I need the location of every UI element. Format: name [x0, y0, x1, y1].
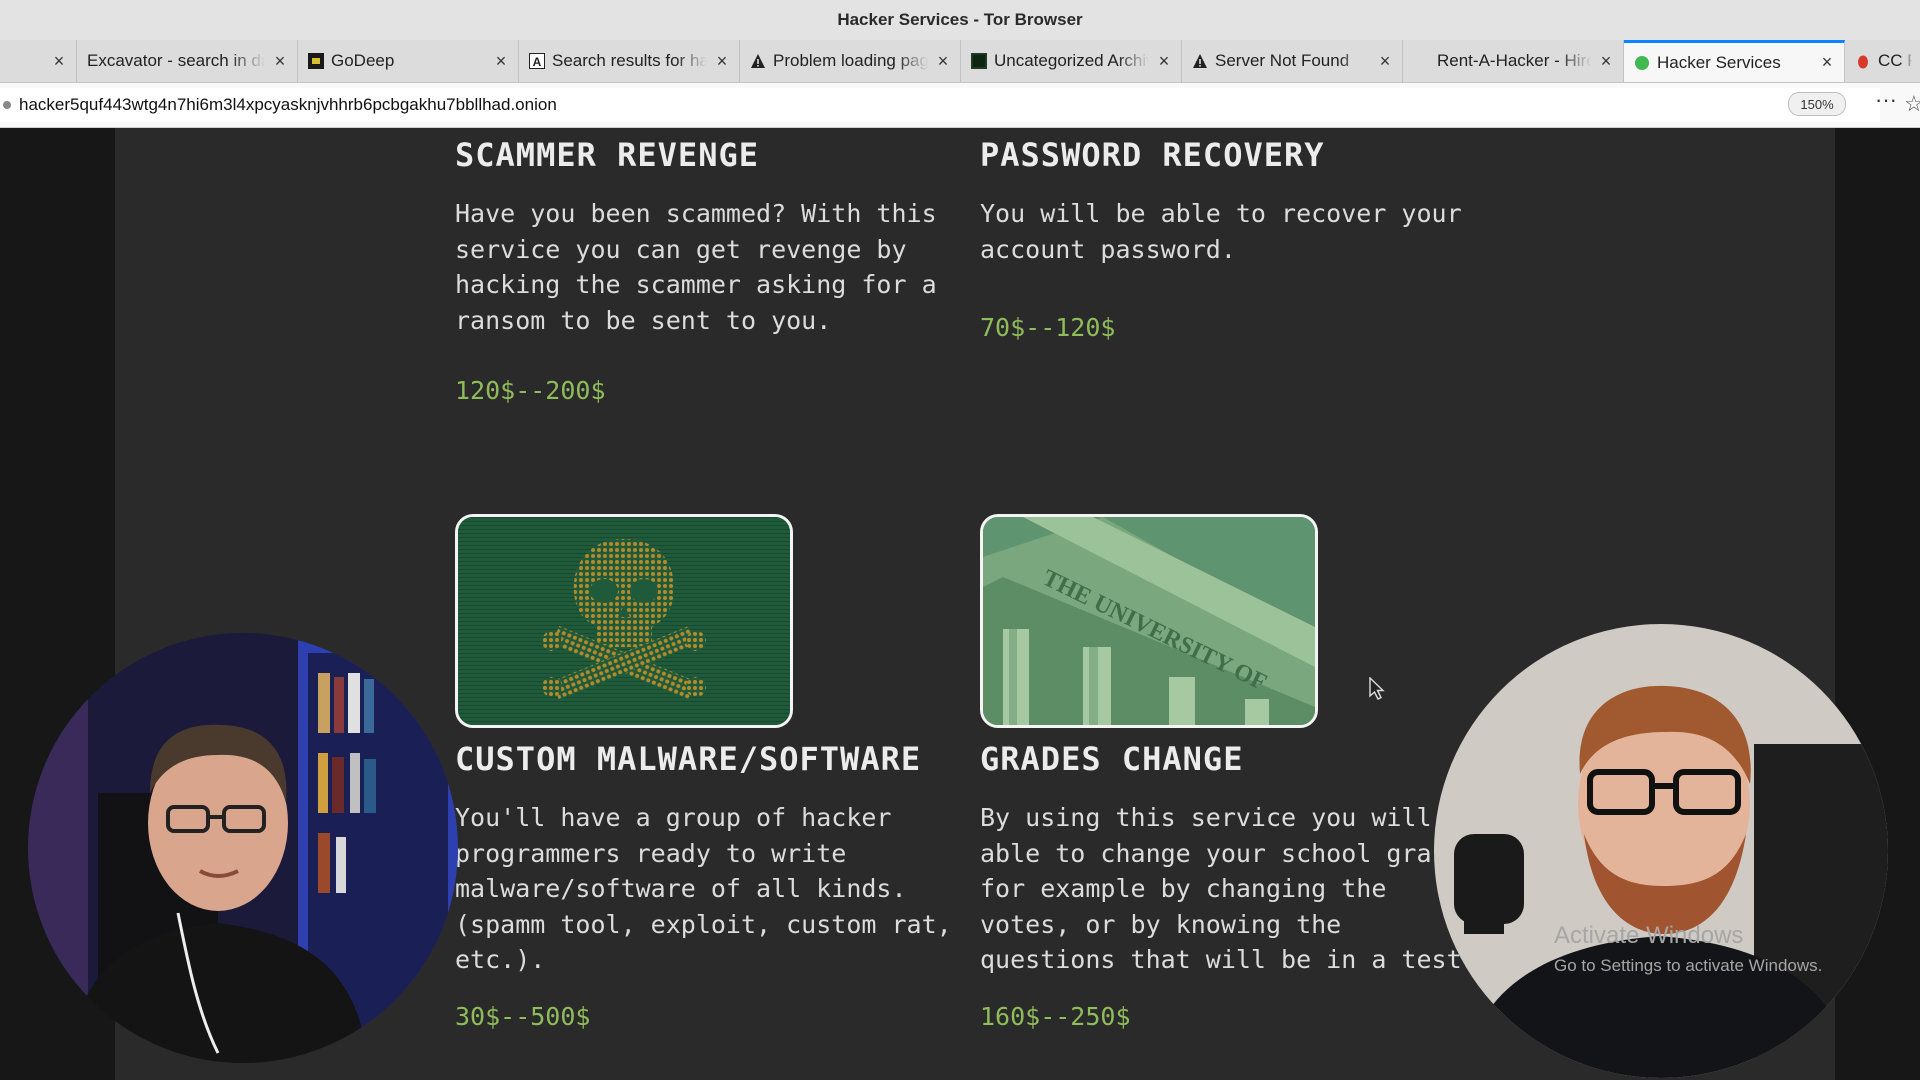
tab-label: Server Not Found — [1215, 51, 1350, 70]
tab-close-icon[interactable]: × — [934, 51, 952, 72]
letter-a-icon: A — [529, 53, 545, 69]
url-field[interactable]: hacker5quf443wtg4n7hi6m3l4xpcyasknjvhhrb… — [0, 88, 1880, 122]
more-actions-icon[interactable]: ··· — [1874, 89, 1898, 119]
svg-text:A: A — [533, 55, 542, 69]
tab-1[interactable]: × — [0, 40, 77, 82]
window-titlebar: Hacker Services - Tor Browser — [0, 0, 1920, 40]
tab-close-icon[interactable]: × — [271, 51, 289, 72]
skull-crossbones-image[interactable] — [455, 514, 793, 728]
zoom-indicator[interactable]: 150% — [1788, 92, 1846, 116]
tab-label: GoDeep — [331, 51, 395, 70]
tab-label: Problem loading page — [773, 51, 928, 70]
tab-close-icon[interactable]: × — [1818, 52, 1836, 73]
dark-square-icon — [971, 53, 987, 69]
activate-windows-watermark: Activate Windows Go to Settings to activ… — [1554, 922, 1822, 976]
godeep-icon — [308, 53, 324, 69]
service-price: 30$--500$ — [455, 1002, 591, 1031]
service-price: 120$--200$ — [455, 376, 606, 405]
bookmark-star-icon[interactable]: ☆ — [1904, 91, 1920, 117]
tab-label: Hacker Services — [1657, 52, 1781, 72]
tab-close-icon[interactable]: × — [50, 51, 68, 72]
red-icon — [1855, 53, 1871, 69]
service-title: SCAMMER REVENGE — [455, 136, 759, 174]
service-description: You will be able to recover your account… — [980, 199, 1462, 264]
tab-close-icon[interactable]: × — [713, 51, 731, 72]
tab-label: Rent-A-Hacker - Hire — [1437, 51, 1591, 70]
service-description: By using this service you will able to c… — [980, 803, 1462, 974]
tab-close-icon[interactable]: × — [1155, 51, 1173, 72]
service-description: Have you been scammed? With this service… — [455, 199, 937, 335]
window-title: Hacker Services - Tor Browser — [837, 10, 1083, 29]
service-price: 160$--250$ — [980, 1002, 1131, 1031]
service-custom-malware: CUSTOM MALWARE/SOFTWARE You'll have a gr… — [455, 740, 985, 1070]
tab-strip: × Excavator - search in dark web × GoDee… — [0, 40, 1920, 83]
service-title: PASSWORD RECOVERY — [980, 136, 1325, 174]
service-grades-change: GRADES CHANGE By using this service you … — [980, 740, 1500, 1070]
tab-problem-loading[interactable]: Problem loading page × — [740, 40, 961, 82]
tab-label: Uncategorized Archives — [994, 51, 1149, 70]
watermark-subtitle: Go to Settings to activate Windows. — [1554, 956, 1823, 975]
service-price: 70$--120$ — [980, 313, 1116, 342]
tab-search-results[interactable]: A Search results for hacker × — [519, 40, 740, 82]
service-password-recovery: PASSWORD RECOVERY You will be able to re… — [980, 136, 1540, 396]
mouse-cursor-icon — [1369, 676, 1385, 706]
warning-icon — [1192, 53, 1208, 69]
tab-cc[interactable]: CC F — [1845, 40, 1920, 82]
green-dot-icon — [1634, 55, 1650, 71]
tab-close-icon[interactable]: × — [1376, 51, 1394, 72]
tab-rent-a-hacker[interactable]: Rent-A-Hacker - Hire × — [1403, 40, 1624, 82]
tab-excavator[interactable]: Excavator - search in dark web × — [77, 40, 298, 82]
navigation-bar: hacker5quf443wtg4n7hi6m3l4xpcyasknjvhhrb… — [0, 83, 1920, 128]
tab-close-icon[interactable]: × — [492, 51, 510, 72]
tab-uncategorized[interactable]: Uncategorized Archives × — [961, 40, 1182, 82]
tab-hacker-services[interactable]: Hacker Services × — [1624, 40, 1845, 82]
tab-label: Search results for hacker — [552, 51, 707, 70]
webcam-overlay-right — [1434, 624, 1888, 1078]
tab-label: CC F — [1878, 51, 1912, 70]
service-scammer-revenge: SCAMMER REVENGE Have you been scammed? W… — [455, 136, 985, 436]
site-info-icon[interactable] — [3, 101, 11, 109]
service-description: You'll have a group of hacker programmer… — [455, 803, 952, 974]
warning-icon — [750, 53, 766, 69]
university-building-image[interactable]: THE UNIVERSITY OF — [980, 514, 1318, 728]
tab-server-not-found[interactable]: Server Not Found × — [1182, 40, 1403, 82]
tab-label: Excavator - search in dark web — [87, 51, 265, 70]
tab-godeep[interactable]: GoDeep × — [298, 40, 519, 82]
webcam-overlay-left — [28, 633, 458, 1063]
url-text[interactable]: hacker5quf443wtg4n7hi6m3l4xpcyasknjvhhrb… — [19, 95, 557, 115]
tab-close-icon[interactable]: × — [1597, 51, 1615, 72]
service-title: CUSTOM MALWARE/SOFTWARE — [455, 740, 922, 778]
watermark-title: Activate Windows — [1554, 922, 1744, 949]
service-title: GRADES CHANGE — [980, 740, 1244, 778]
